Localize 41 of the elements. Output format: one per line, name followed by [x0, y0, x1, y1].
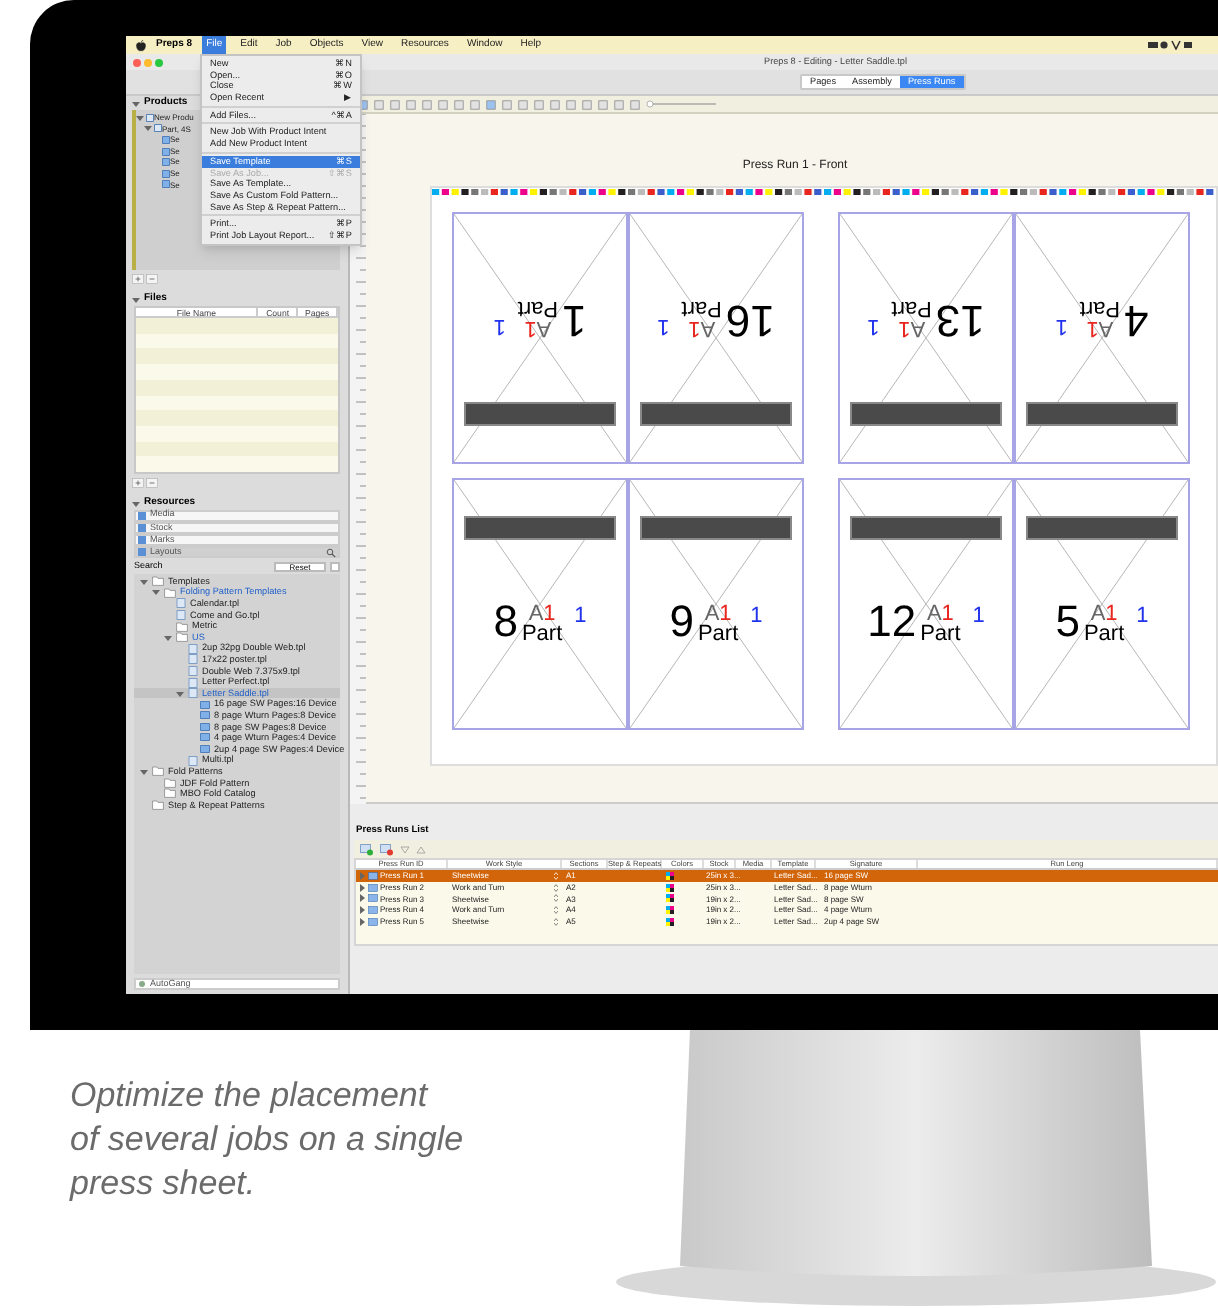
- section-letter: A: [1098, 318, 1114, 338]
- signature-number: 1: [867, 316, 880, 336]
- signature-number: 1: [574, 606, 587, 626]
- part-label: Part: [1083, 624, 1125, 644]
- section-letter: A: [704, 604, 720, 624]
- part-label: Part: [891, 298, 932, 318]
- section-letter: A: [700, 318, 716, 338]
- part-number: 1: [543, 604, 556, 624]
- section-letter: A: [926, 604, 942, 624]
- page-number: 13: [935, 298, 985, 342]
- section-letter: A: [536, 318, 552, 338]
- part-label: Part: [697, 624, 739, 644]
- page-number: 8: [493, 600, 518, 644]
- page-number: 1: [562, 298, 587, 342]
- part-label: Part: [681, 298, 722, 318]
- section-letter: A: [910, 318, 926, 338]
- signature-number: 1: [972, 606, 985, 626]
- signature-number: 1: [1136, 606, 1149, 626]
- page-number: 9: [669, 600, 694, 644]
- caption: Optimize the placement of several jobs on a single press sheet.: [67, 1074, 466, 1206]
- part-number: 1: [941, 604, 954, 624]
- signature-number: 1: [493, 316, 506, 336]
- part-number: 1: [688, 318, 701, 338]
- part-label: Part: [1079, 298, 1121, 318]
- signature-number: 1: [657, 316, 670, 336]
- page-number: 16: [725, 298, 775, 342]
- section-letter: A: [528, 604, 544, 624]
- part-label: Part: [517, 298, 559, 318]
- part-label: Part: [920, 624, 961, 644]
- part-label: Part: [521, 624, 563, 644]
- section-letter: A: [1090, 604, 1106, 624]
- page-number: 4: [1124, 298, 1149, 342]
- part-number: 1: [898, 318, 911, 338]
- part-number: 1: [719, 604, 732, 624]
- part-number: 1: [1105, 604, 1118, 624]
- page-number: 12: [867, 600, 917, 644]
- part-number: 1: [524, 318, 537, 338]
- signature-number: 1: [750, 606, 763, 626]
- page-number: 5: [1055, 600, 1080, 644]
- part-number: 1: [1086, 318, 1099, 338]
- signature-number: 1: [1055, 316, 1068, 336]
